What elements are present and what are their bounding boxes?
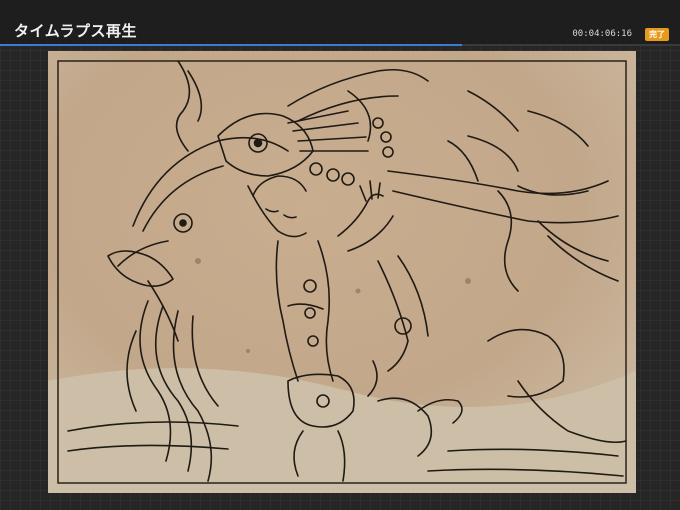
artwork-canvas[interactable] xyxy=(48,51,636,493)
page-title: タイムラプス再生 xyxy=(14,22,137,40)
done-button[interactable]: 完了 xyxy=(645,28,669,41)
artwork-sketch xyxy=(48,51,636,493)
playback-progress-fill xyxy=(0,44,463,46)
playback-progress-bar[interactable] xyxy=(0,44,680,46)
elapsed-time: 00:04:06:16 xyxy=(572,29,632,39)
top-bar: タイムラプス再生 00:04:06:16 完了 xyxy=(0,0,680,44)
